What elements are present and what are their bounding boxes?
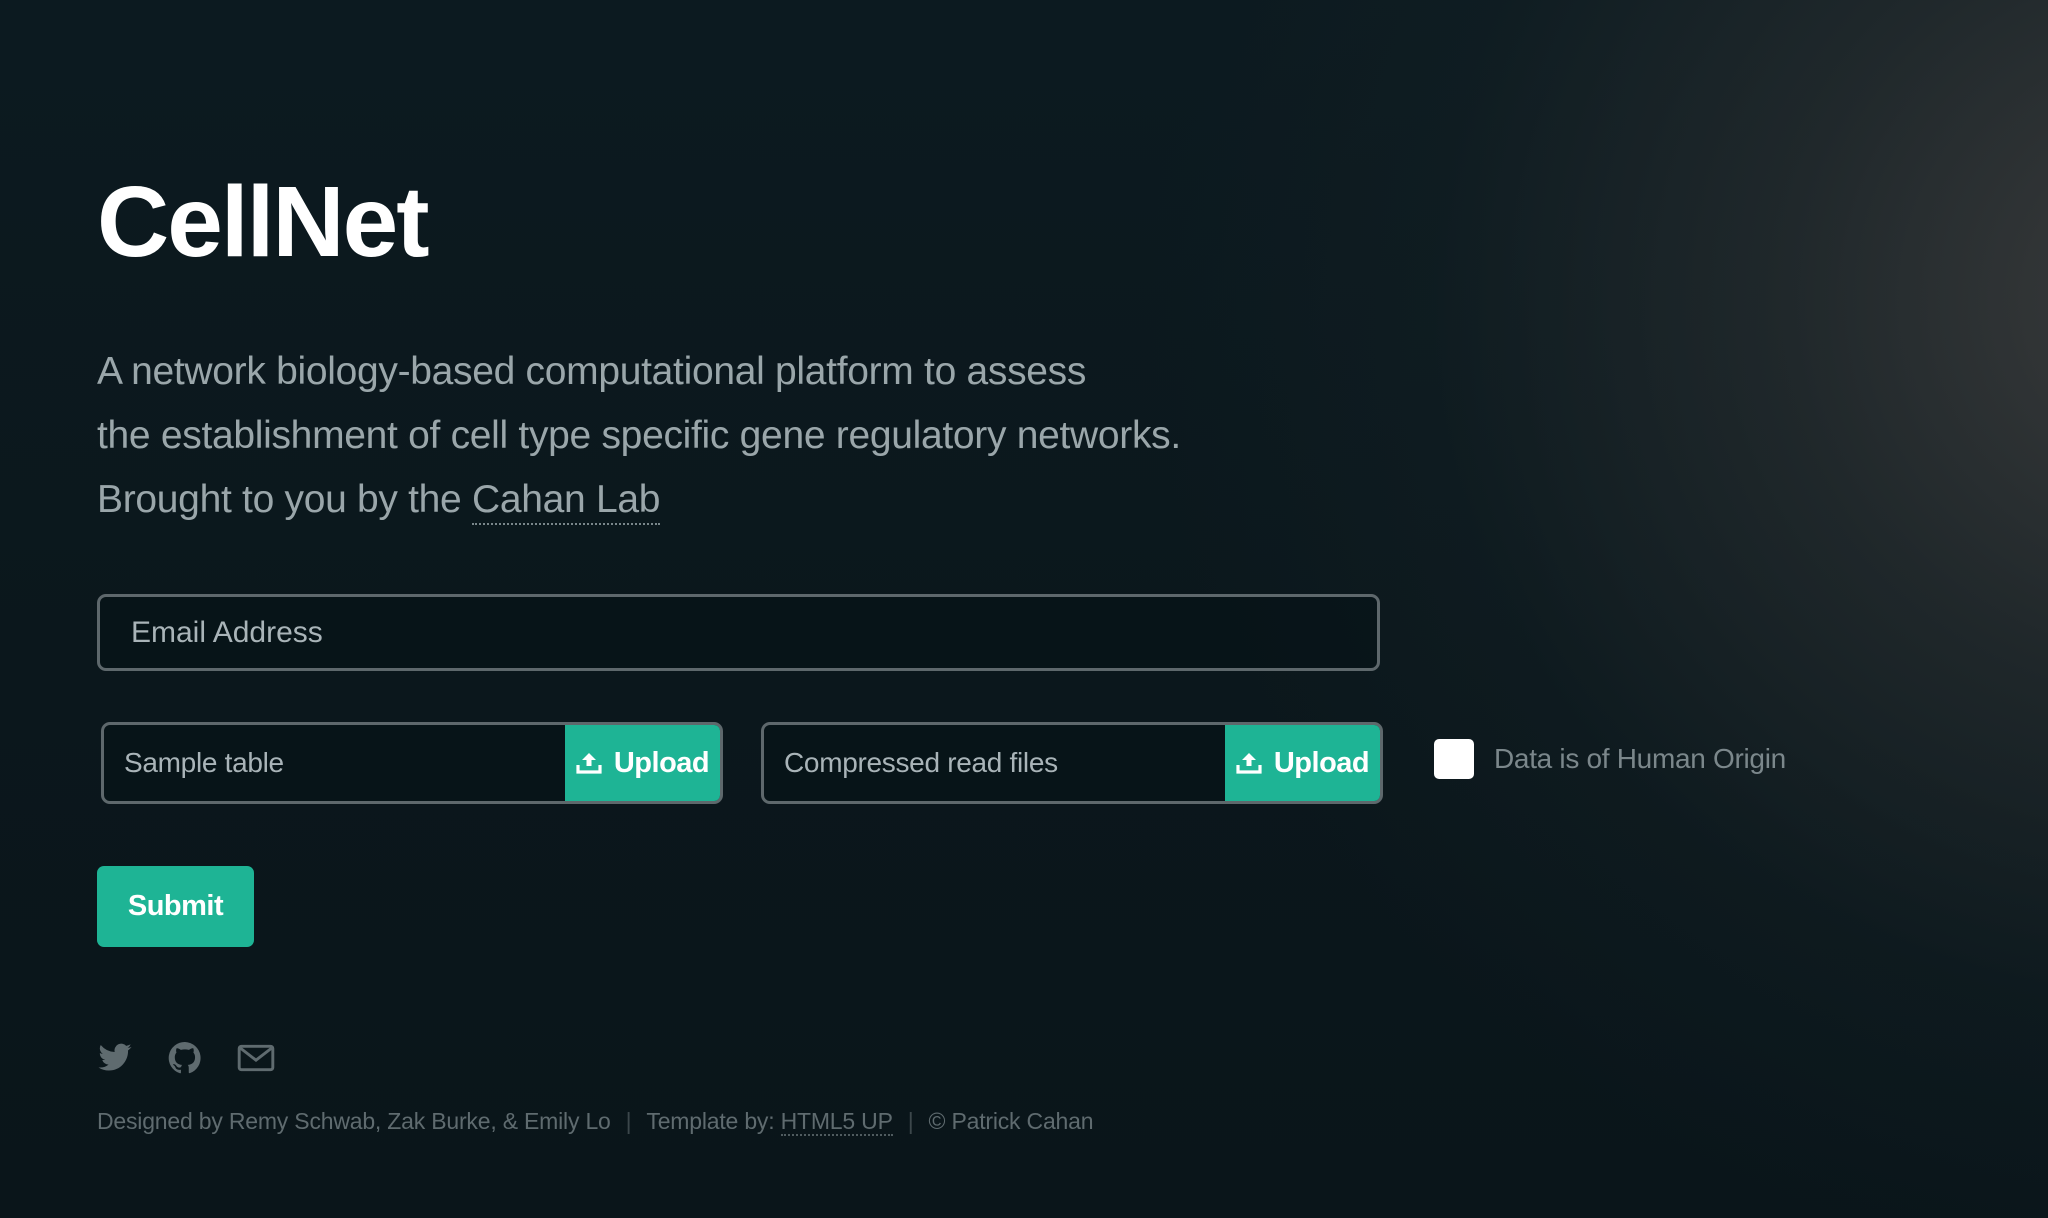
social-links xyxy=(97,1040,275,1076)
github-link[interactable] xyxy=(167,1040,203,1076)
footer-separator: | xyxy=(625,1108,632,1134)
submit-button[interactable]: Submit xyxy=(97,866,254,947)
html5up-link[interactable]: HTML5 UP xyxy=(780,1108,893,1136)
upload-label: Upload xyxy=(1273,746,1370,779)
upload-icon xyxy=(576,753,602,774)
footer-copyright: © Patrick Cahan xyxy=(928,1108,1094,1134)
main-content: CellNet A network biology-based computat… xyxy=(97,0,1997,1218)
human-origin-checkbox[interactable] xyxy=(1434,739,1474,779)
email-placeholder: Email Address xyxy=(131,615,323,649)
submit-label: Submit xyxy=(127,890,224,922)
compressed-files-upload-button[interactable]: Upload xyxy=(1225,725,1380,801)
twitter-link[interactable] xyxy=(97,1040,133,1076)
github-icon xyxy=(168,1041,201,1074)
mail-icon xyxy=(237,1044,275,1072)
footer-credits: Designed by Remy Schwab, Zak Burke, & Em… xyxy=(97,1108,611,1134)
cahan-lab-link[interactable]: Cahan Lab xyxy=(471,478,660,525)
tagline-line-2: the establishment of cell type specific … xyxy=(97,414,1181,457)
footer: Designed by Remy Schwab, Zak Burke, & Em… xyxy=(97,1108,1094,1136)
page-title: CellNet xyxy=(97,166,430,278)
twitter-icon xyxy=(98,1043,132,1071)
mail-link[interactable] xyxy=(237,1040,275,1076)
human-origin-label[interactable]: Data is of Human Origin xyxy=(1494,743,1786,775)
upload-label: Upload xyxy=(613,746,710,779)
tagline: A network biology-based computational pl… xyxy=(97,340,1181,532)
compressed-files-upload-group: Compressed read files Upload xyxy=(761,722,1383,804)
tagline-prefix: Brought to you by the xyxy=(97,478,472,521)
sample-table-field[interactable]: Sample table xyxy=(124,725,284,801)
human-origin-option: Data is of Human Origin xyxy=(1434,739,1786,779)
sample-table-upload-group: Sample table Upload xyxy=(101,722,723,804)
email-field[interactable]: Email Address xyxy=(97,594,1380,671)
tagline-line-3: Brought to you by the Cahan Lab xyxy=(97,468,1181,532)
footer-separator: | xyxy=(907,1108,914,1134)
tagline-line-1: A network biology-based computational pl… xyxy=(97,350,1087,393)
sample-table-upload-button[interactable]: Upload xyxy=(565,725,720,801)
footer-template-prefix: Template by: xyxy=(646,1108,781,1134)
upload-icon xyxy=(1236,753,1262,774)
compressed-files-field[interactable]: Compressed read files xyxy=(784,725,1058,801)
